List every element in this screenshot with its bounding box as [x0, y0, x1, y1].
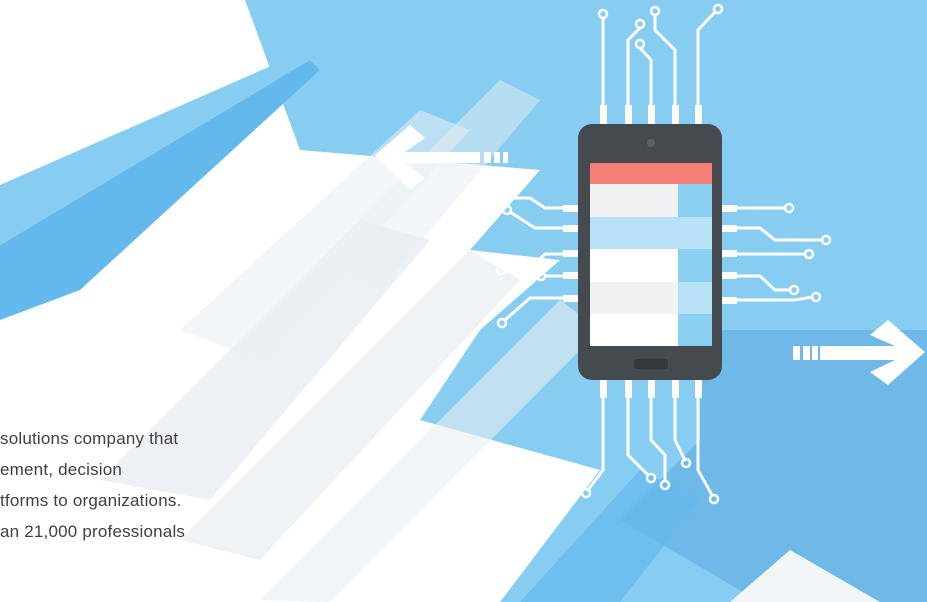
phone-home-button: [634, 359, 668, 369]
smartphone: [578, 124, 722, 380]
phone-camera: [647, 139, 655, 147]
text-line: tforms to organizations.: [0, 491, 182, 510]
phone-screen: [590, 163, 712, 346]
left-blue-stripe-top: [0, 40, 330, 245]
text-line: solutions company that: [0, 429, 179, 448]
text-line: ement, decision: [0, 460, 123, 479]
text-line: an 21,000 professionals: [0, 522, 186, 541]
body-text: solutions company that ement, decision t…: [0, 423, 185, 547]
